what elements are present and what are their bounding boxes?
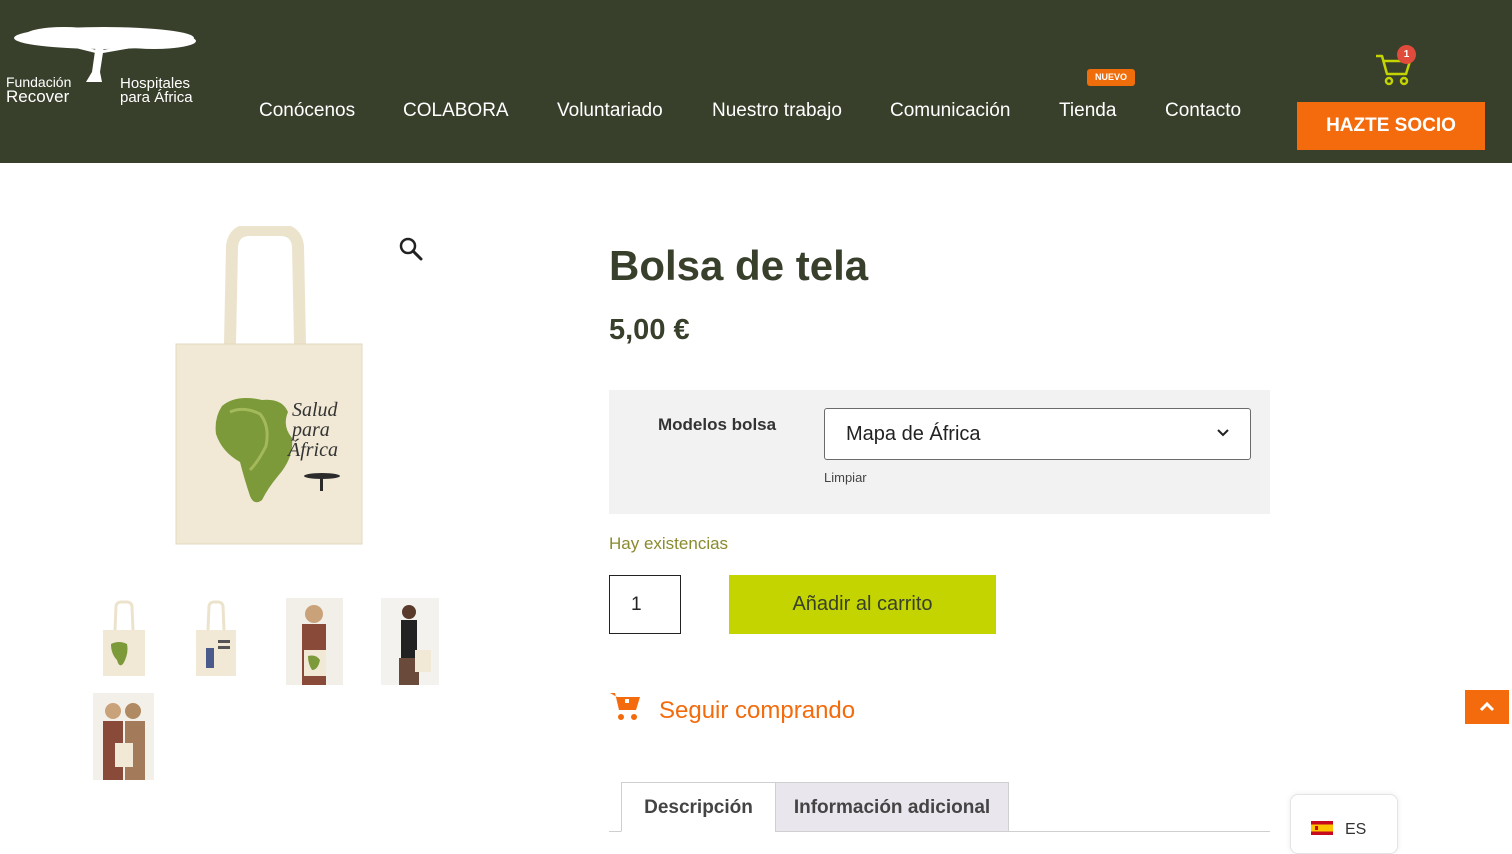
acacia-tree-icon: [14, 27, 196, 82]
nav-colabora[interactable]: COLABORA: [403, 100, 509, 122]
gallery-thumb-1[interactable]: [93, 598, 154, 685]
product-price: 5,00 €: [609, 314, 690, 346]
tab-descripcion[interactable]: Descripción: [621, 782, 776, 832]
bag-text-salud: Salud: [292, 399, 339, 421]
logo-text-recover: Recover: [6, 87, 70, 106]
nav-tienda[interactable]: Tienda: [1059, 100, 1116, 122]
nav-contacto[interactable]: Contacto: [1165, 100, 1241, 122]
cart-plus-icon: [610, 693, 640, 720]
thumb-two-women-image: [93, 693, 154, 780]
chevron-down-icon: [1217, 429, 1229, 437]
bag-text-africa: África: [286, 438, 338, 461]
language-code: ES: [1345, 821, 1367, 838]
language-switcher[interactable]: ES: [1290, 794, 1398, 854]
nuevo-badge: NUEVO: [1087, 69, 1135, 86]
spain-flag-icon: [1311, 821, 1333, 835]
nav-nuestro-trabajo[interactable]: Nuestro trabajo: [712, 100, 842, 122]
variation-selected-value: Mapa de África: [846, 423, 981, 445]
continue-shopping-icon-button[interactable]: [609, 690, 641, 722]
magnifier-icon: [399, 237, 423, 261]
thumb-woman-bag-image: [286, 598, 343, 685]
clear-variation-link[interactable]: Limpiar: [824, 470, 867, 485]
continue-shopping-link[interactable]: Seguir comprando: [659, 697, 855, 725]
site-header: Fundación Recover Hospitales para África…: [0, 0, 1512, 163]
nav-voluntariado[interactable]: Voluntariado: [557, 100, 663, 122]
tote-bag-image: Salud para África: [175, 224, 363, 545]
zoom-button[interactable]: [398, 236, 424, 262]
cart-count-badge: 1: [1397, 45, 1416, 64]
variation-select[interactable]: Mapa de África: [824, 408, 1251, 460]
bag-text-para: para: [290, 419, 330, 441]
variation-label: Modelos bolsa: [658, 415, 777, 434]
add-to-cart-button[interactable]: Añadir al carrito: [729, 575, 996, 634]
logo-text-para-africa: para África: [120, 89, 193, 106]
nav-comunicacion[interactable]: Comunicación: [890, 100, 1010, 122]
thumb-woman-black-dress-image: [381, 598, 439, 685]
product-title: Bolsa de tela: [609, 242, 869, 289]
stock-status: Hay existencias: [609, 534, 729, 553]
gallery-thumb-5[interactable]: [93, 693, 154, 780]
hazte-socio-button[interactable]: HAZTE SOCIO: [1297, 102, 1485, 150]
gallery-thumb-3[interactable]: [286, 598, 343, 685]
chevron-up-icon: [1479, 701, 1495, 712]
product-main-image[interactable]: Salud para África: [170, 224, 370, 550]
tab-informacion-adicional[interactable]: Información adicional: [775, 782, 1009, 832]
gallery-thumb-2[interactable]: [188, 598, 244, 685]
site-logo[interactable]: Fundación Recover Hospitales para África: [4, 22, 200, 112]
scroll-to-top-button[interactable]: [1465, 690, 1509, 724]
quantity-input[interactable]: 1: [609, 575, 681, 634]
nav-conocenos[interactable]: Conócenos: [259, 100, 355, 122]
gallery-thumb-4[interactable]: [381, 598, 439, 685]
thumb-bag-africa-image: [93, 598, 154, 685]
thumb-bag-figure-image: [188, 598, 244, 685]
